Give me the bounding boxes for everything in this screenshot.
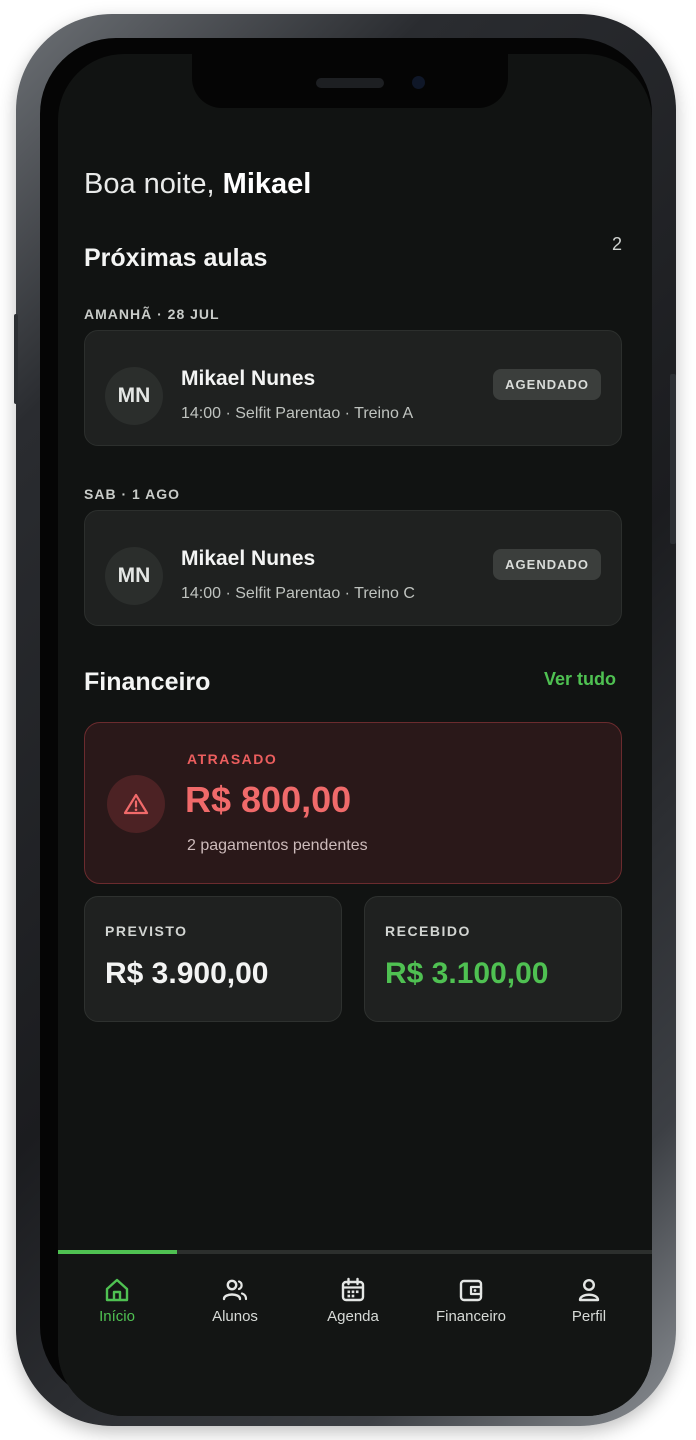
overdue-subtitle: 2 pagamentos pendentes [187, 837, 368, 854]
class-card[interactable]: MN Mikael Nunes 14:00 · Selfit Parentao … [84, 330, 622, 446]
tab-label: Início [99, 1308, 135, 1325]
class-date-label: SAB · 1 AGO [84, 486, 181, 502]
wallet-icon [459, 1279, 483, 1302]
home-icon [105, 1278, 129, 1302]
expected-amount: R$ 3.900,00 [105, 957, 269, 990]
tab-progress-indicator [58, 1250, 177, 1254]
overdue-amount: R$ 800,00 [185, 779, 352, 820]
users-icon [222, 1279, 248, 1301]
upcoming-classes-title: Próximas aulas [84, 244, 268, 272]
tab-label: Financeiro [435, 1308, 507, 1325]
calendar-icon [341, 1277, 365, 1302]
user-icon [578, 1278, 600, 1302]
tab-label: Perfil [571, 1308, 607, 1325]
student-name: Mikael Nunes [181, 367, 316, 390]
class-details: 14:00 · Selfit Parentao · Treino A [181, 405, 414, 422]
tab-agenda[interactable]: Agenda [294, 1276, 412, 1325]
tab-label: Alunos [212, 1308, 258, 1325]
tab-financeiro[interactable]: Financeiro [412, 1276, 530, 1325]
tab-alunos[interactable]: Alunos [176, 1276, 294, 1325]
upcoming-classes-count: 2 [612, 234, 623, 254]
greeting-prefix: Boa noite, [84, 168, 215, 200]
volume-button [14, 314, 18, 404]
avatar: MN [105, 367, 163, 425]
phone-frame: Boa noite, Mikael Próximas aulas 2 AMANH… [14, 14, 676, 1426]
expected-label: PREVISTO [105, 923, 188, 939]
tab-inicio[interactable]: Início [58, 1276, 176, 1325]
received-amount: R$ 3.100,00 [385, 957, 549, 990]
notch [192, 54, 508, 108]
tab-label: Agenda [327, 1308, 379, 1325]
class-card[interactable]: MN Mikael Nunes 14:00 · Selfit Parentao … [84, 510, 622, 626]
overdue-label: ATRASADO [187, 751, 278, 767]
greeting-user-name: Mikael [222, 168, 312, 200]
tab-perfil[interactable]: Perfil [530, 1276, 648, 1325]
avatar: MN [105, 547, 163, 605]
expected-card[interactable]: PREVISTO R$ 3.900,00 [84, 896, 342, 1022]
power-button [670, 374, 676, 544]
bottom-tab-bar: Início Alunos Agenda Financeiro Perfil [58, 1250, 652, 1416]
received-card[interactable]: RECEBIDO R$ 3.100,00 [364, 896, 622, 1022]
finance-title: Financeiro [84, 668, 211, 696]
class-date-label: AMANHÃ · 28 JUL [84, 306, 220, 322]
see-all-link[interactable]: Ver tudo [544, 669, 616, 690]
app-screen: Boa noite, Mikael Próximas aulas 2 AMANH… [58, 54, 652, 1416]
status-badge: AGENDADO [493, 369, 601, 400]
front-camera [412, 76, 425, 89]
overdue-payments-card[interactable]: ATRASADO R$ 800,00 2 pagamentos pendente… [84, 722, 622, 884]
speaker-grille [316, 78, 384, 88]
status-badge: AGENDADO [493, 549, 601, 580]
student-name: Mikael Nunes [181, 547, 316, 570]
greeting: Boa noite, Mikael [84, 168, 311, 201]
class-details: 14:00 · Selfit Parentao · Treino C [181, 585, 415, 602]
warning-triangle-icon [107, 775, 165, 833]
received-label: RECEBIDO [385, 923, 471, 939]
